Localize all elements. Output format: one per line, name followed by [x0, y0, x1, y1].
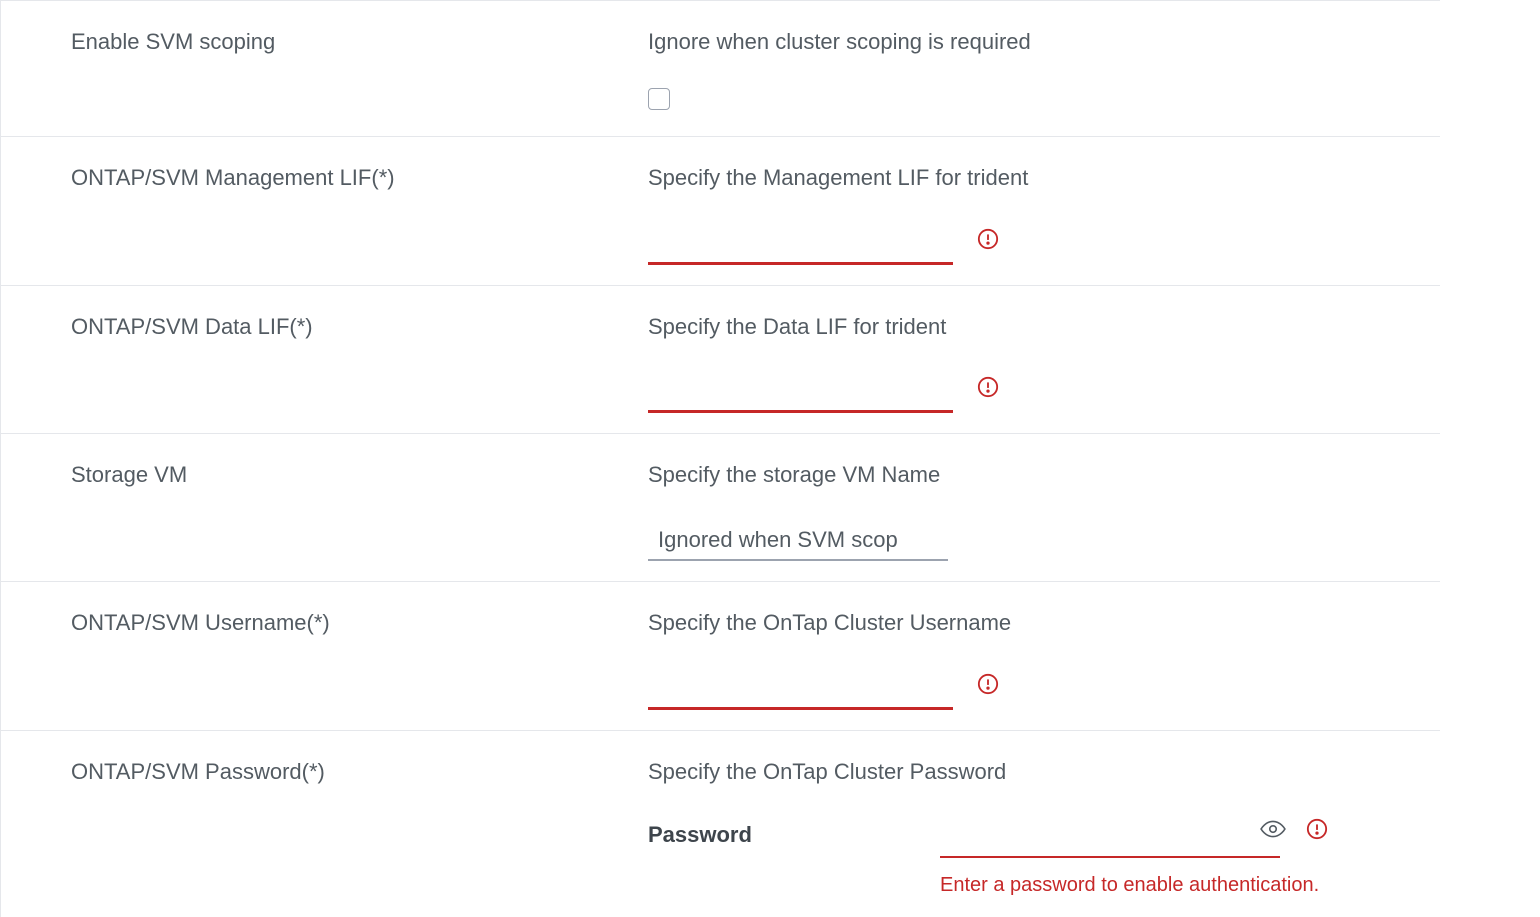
password-row-label: ONTAP/SVM Password(*): [71, 757, 578, 788]
form-row-username: ONTAP/SVM Username(*) Specify the OnTap …: [1, 582, 1440, 731]
management-lif-input[interactable]: [648, 224, 953, 265]
value-column: Specify the OnTap Cluster Username: [578, 608, 1440, 710]
password-field-row: Password: [648, 818, 1440, 858]
value-column: Specify the OnTap Cluster Password Passw…: [578, 757, 1440, 897]
alert-icon: [977, 673, 999, 695]
data-lif-input[interactable]: [648, 372, 953, 413]
svm-scoping-checkbox[interactable]: [648, 88, 670, 110]
input-wrapper: [648, 521, 973, 561]
storage-vm-input[interactable]: [648, 521, 948, 561]
svm-scoping-label: Enable SVM scoping: [71, 27, 578, 58]
password-description: Specify the OnTap Cluster Password: [648, 757, 1440, 788]
value-column: Specify the storage VM Name: [578, 460, 1440, 561]
label-column: Storage VM: [1, 460, 578, 561]
username-input[interactable]: [648, 669, 953, 710]
value-column: Specify the Management LIF for trident: [578, 163, 1440, 265]
alert-icon: [977, 228, 999, 250]
input-wrapper: [648, 669, 973, 710]
alert-icon: [1306, 818, 1328, 840]
checkbox-container: [648, 88, 1440, 116]
form-row-password: ONTAP/SVM Password(*) Specify the OnTap …: [1, 731, 1440, 917]
username-label: ONTAP/SVM Username(*): [71, 608, 578, 639]
label-column: Enable SVM scoping: [1, 27, 578, 116]
form-row-svm-scoping: Enable SVM scoping Ignore when cluster s…: [1, 1, 1440, 137]
form-row-data-lif: ONTAP/SVM Data LIF(*) Specify the Data L…: [1, 286, 1440, 435]
password-input[interactable]: [940, 818, 1280, 858]
input-wrapper: [648, 224, 973, 265]
password-field-label: Password: [648, 822, 940, 848]
data-lif-label: ONTAP/SVM Data LIF(*): [71, 312, 578, 343]
password-error-message: Enter a password to enable authenticatio…: [940, 874, 1440, 897]
form-row-management-lif: ONTAP/SVM Management LIF(*) Specify the …: [1, 137, 1440, 286]
password-input-wrapper: [940, 818, 1280, 858]
data-lif-description: Specify the Data LIF for trident: [648, 312, 1440, 343]
alert-icon: [977, 376, 999, 398]
label-column: ONTAP/SVM Management LIF(*): [1, 163, 578, 265]
label-column: ONTAP/SVM Password(*): [1, 757, 578, 897]
value-column: Ignore when cluster scoping is required: [578, 27, 1440, 116]
management-lif-description: Specify the Management LIF for trident: [648, 163, 1440, 194]
label-column: ONTAP/SVM Data LIF(*): [1, 312, 578, 414]
value-column: Specify the Data LIF for trident: [578, 312, 1440, 414]
form-row-storage-vm: Storage VM Specify the storage VM Name: [1, 434, 1440, 582]
label-column: ONTAP/SVM Username(*): [1, 608, 578, 710]
username-description: Specify the OnTap Cluster Username: [648, 608, 1440, 639]
storage-vm-label: Storage VM: [71, 460, 578, 491]
input-wrapper: [648, 372, 973, 413]
eye-icon[interactable]: [1260, 816, 1286, 842]
svm-scoping-description: Ignore when cluster scoping is required: [648, 27, 1440, 58]
storage-vm-description: Specify the storage VM Name: [648, 460, 1440, 491]
management-lif-label: ONTAP/SVM Management LIF(*): [71, 163, 578, 194]
configuration-form: Enable SVM scoping Ignore when cluster s…: [0, 0, 1440, 917]
